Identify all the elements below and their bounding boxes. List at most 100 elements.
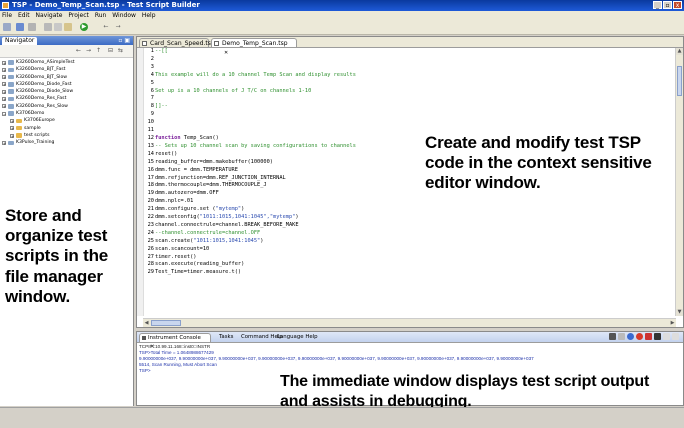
menu-project[interactable]: Project bbox=[68, 11, 93, 21]
scroll-up-icon[interactable]: ▲ bbox=[676, 48, 683, 55]
scroll-thumb[interactable] bbox=[677, 66, 682, 96]
collapse-all-icon[interactable]: ⊟ bbox=[108, 47, 113, 54]
tree-item[interactable]: + K3Pulse_Training bbox=[2, 139, 132, 146]
tree-item[interactable]: + K3260Demo_BJT_Slow bbox=[2, 74, 132, 81]
tree-item-label: K3260Demo_Diode_Fast bbox=[16, 81, 72, 87]
code-text: dmm.nplc=.01 bbox=[155, 198, 194, 205]
code-line: 2 bbox=[145, 56, 675, 64]
menu-help[interactable]: Help bbox=[142, 11, 160, 21]
forward-icon[interactable]: → bbox=[114, 23, 122, 31]
print-icon[interactable] bbox=[28, 23, 36, 31]
expand-icon[interactable]: + bbox=[2, 60, 6, 65]
expand-icon[interactable]: + bbox=[10, 126, 14, 131]
code-line: 24--channel.connectrule=channel.OFF bbox=[145, 230, 675, 238]
connect-icon[interactable] bbox=[627, 333, 634, 340]
maximize-button[interactable]: ▫ bbox=[663, 1, 672, 9]
clear-icon[interactable] bbox=[618, 333, 625, 340]
scroll-thumb[interactable] bbox=[151, 320, 181, 326]
expand-icon[interactable]: + bbox=[2, 82, 6, 87]
menu-navigate[interactable]: Navigate bbox=[36, 11, 67, 21]
view-controls-icon[interactable]: ▫ ▣ bbox=[118, 37, 130, 45]
copy-icon[interactable] bbox=[54, 23, 62, 31]
abort-icon[interactable] bbox=[636, 333, 643, 340]
expand-icon[interactable]: + bbox=[2, 140, 6, 145]
scroll-right-icon[interactable]: ▶ bbox=[669, 319, 676, 327]
code-line: 3 bbox=[145, 64, 675, 72]
code-text: channel.connectrule=channel.BREAK_BEFORE… bbox=[155, 221, 299, 228]
line-number: 2 bbox=[150, 55, 154, 62]
editor-horizontal-scrollbar[interactable]: ◀ ▶ bbox=[143, 318, 676, 327]
tree-item-label: K3706Demo bbox=[16, 111, 45, 117]
tree-item[interactable]: + K3260Demo_BJT_Fast bbox=[2, 66, 132, 73]
tab-card-scan-speed[interactable]: Card_Scan_Speed.tsp bbox=[139, 38, 215, 47]
tab-tasks[interactable]: Tasks bbox=[217, 333, 235, 342]
minimize-button[interactable]: _ bbox=[653, 1, 662, 9]
link-editor-icon[interactable]: ⇆ bbox=[118, 47, 123, 54]
expand-icon[interactable]: + bbox=[10, 118, 14, 123]
paste-icon[interactable] bbox=[64, 23, 72, 31]
code-line: 29Test_Time=timer.measure.t() bbox=[145, 269, 675, 277]
terminal-icon[interactable] bbox=[609, 333, 616, 340]
code-line: 20dmm.nplc=.01 bbox=[145, 198, 675, 206]
tree-item[interactable]: + K3260Demo_Diode_Slow bbox=[2, 88, 132, 95]
editor-tab-bar: Card_Scan_Speed.tsp Demo_Temp_Scan.tsp ✕ bbox=[137, 37, 683, 56]
expand-icon[interactable]: + bbox=[10, 133, 14, 138]
tree-item[interactable]: + K3706Europe bbox=[2, 117, 132, 124]
expand-icon[interactable]: + bbox=[2, 89, 6, 94]
tree-item[interactable]: + K3260Demo_Diode_Fast bbox=[2, 81, 132, 88]
collapse-icon[interactable]: − bbox=[2, 111, 6, 116]
new-file-icon[interactable] bbox=[3, 23, 11, 31]
tree-item[interactable]: + sample bbox=[2, 125, 132, 132]
tree-item[interactable]: + test scripts bbox=[2, 132, 132, 139]
tree-item[interactable]: + K3260Demo_ASimpleTest bbox=[2, 59, 132, 66]
save-icon[interactable] bbox=[16, 23, 24, 31]
tab-navigator[interactable]: Navigator bbox=[2, 37, 38, 45]
tree-item[interactable]: + K3260Demo_Res_Fast bbox=[2, 95, 132, 102]
back-icon[interactable]: ← bbox=[102, 23, 110, 31]
up-icon[interactable]: ↑ bbox=[96, 47, 101, 54]
scroll-left-icon[interactable]: ◀ bbox=[143, 319, 150, 327]
line-number: 23 bbox=[147, 221, 154, 228]
code-text: scan.create( bbox=[155, 237, 194, 244]
code-text: Temp_Scan() bbox=[180, 134, 219, 141]
tab-demo-temp-scan[interactable]: Demo_Temp_Scan.tsp ✕ bbox=[211, 38, 297, 56]
expand-icon[interactable]: + bbox=[2, 104, 6, 109]
scroll-down-icon[interactable]: ▼ bbox=[676, 309, 683, 316]
expand-icon[interactable]: + bbox=[2, 67, 6, 72]
menu-edit[interactable]: Edit bbox=[18, 11, 34, 21]
maximize-view-icon[interactable] bbox=[672, 333, 679, 340]
tree-item[interactable]: − K3706Demo bbox=[2, 110, 132, 117]
expand-icon[interactable]: + bbox=[2, 97, 6, 102]
line-number: 8 bbox=[150, 103, 154, 110]
tab-language-help[interactable]: Language Help bbox=[275, 333, 320, 342]
line-number: 13 bbox=[147, 142, 154, 149]
cut-icon[interactable] bbox=[44, 23, 52, 31]
forward-icon[interactable]: → bbox=[86, 47, 91, 54]
line-number: 20 bbox=[147, 198, 154, 205]
folder-icon bbox=[8, 74, 14, 80]
minimize-view-icon[interactable] bbox=[663, 333, 670, 340]
code-text: ]]-- bbox=[155, 103, 168, 110]
editor-vertical-scrollbar[interactable]: ▲ ▼ bbox=[675, 48, 683, 316]
code-line: 26scan.scancount=10 bbox=[145, 246, 675, 254]
instrument-icon[interactable] bbox=[645, 333, 652, 340]
console-output[interactable]: TCPIP::10.99.11.168::inst0::INSTR TSP>Tot… bbox=[139, 344, 679, 374]
code-text: scan.execute(reading_buffer) bbox=[155, 261, 245, 268]
line-number: 15 bbox=[147, 158, 154, 165]
menu-run[interactable]: Run bbox=[95, 11, 111, 21]
run-icon[interactable]: ▶ bbox=[80, 23, 88, 31]
create-annotation: Create and modify test TSP code in the c… bbox=[425, 133, 652, 193]
expand-icon[interactable]: + bbox=[2, 75, 6, 80]
tree-item-label: K3260Demo_Diode_Slow bbox=[16, 89, 74, 95]
menu-window[interactable]: Window bbox=[112, 11, 140, 21]
line-number: 4 bbox=[150, 71, 154, 78]
menu-file[interactable]: File bbox=[0, 11, 16, 21]
close-button[interactable]: x bbox=[673, 1, 682, 9]
tab-instrument-console[interactable]: Instrument Console ✕ bbox=[139, 333, 211, 350]
back-icon[interactable]: ← bbox=[76, 47, 81, 54]
code-text: reading_buffer=dmm.makebuffer(100000) bbox=[155, 158, 273, 165]
display-icon[interactable] bbox=[654, 333, 661, 340]
code-line: 6Set up is a 10 channels of J T/C on cha… bbox=[145, 88, 675, 96]
tree-item[interactable]: + K3260Demo_Res_Slow bbox=[2, 103, 132, 110]
code-text: -- Sets up 10 channel scan by saving con… bbox=[155, 142, 356, 149]
